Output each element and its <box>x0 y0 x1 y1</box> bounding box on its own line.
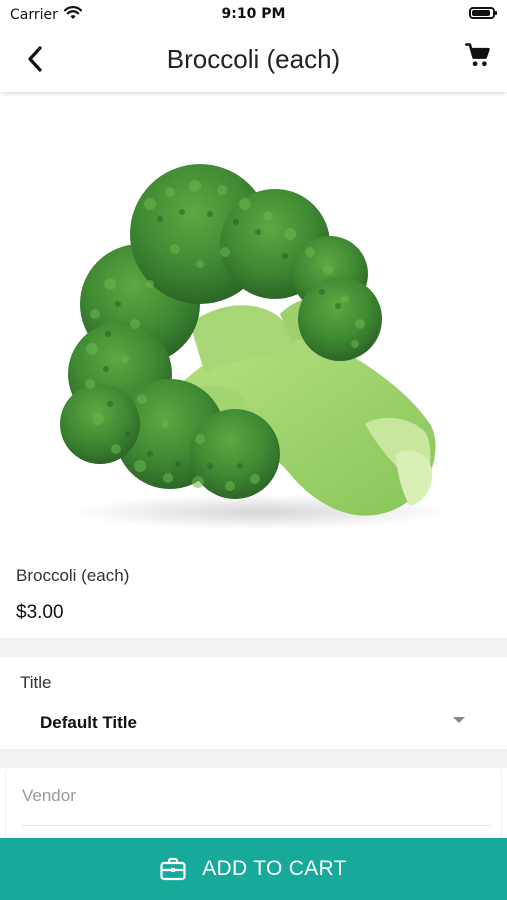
variant-select[interactable]: Default Title <box>20 705 487 739</box>
page-title: Broccoli (each) <box>166 44 341 74</box>
variant-card: Title Default Title <box>0 657 507 749</box>
battery-icon <box>469 7 497 19</box>
product-name: Broccoli (each) <box>16 566 130 585</box>
variant-selected-value: Default Title <box>40 713 137 732</box>
status-time: 9:10 PM <box>221 6 286 22</box>
cart-button[interactable] <box>463 42 493 72</box>
variant-label: Title <box>20 673 52 692</box>
section-divider <box>0 749 507 768</box>
product-image-area <box>0 94 507 544</box>
chevron-left-icon <box>26 45 44 78</box>
app-header: Broccoli (each) <box>0 28 507 92</box>
vendor-divider <box>22 825 491 826</box>
vendor-card: Vendor <box>6 768 501 838</box>
shopping-cart-icon <box>464 41 492 74</box>
product-info: Broccoli (each) $3.00 <box>0 548 507 638</box>
back-button[interactable] <box>20 45 50 78</box>
vendor-label: Vendor <box>22 786 76 805</box>
chevron-down-icon <box>453 717 465 723</box>
add-to-cart-button[interactable]: ADD TO CART <box>0 838 507 900</box>
section-divider <box>0 638 507 657</box>
status-bar: Carrier 9:10 PM <box>0 0 507 28</box>
briefcase-icon <box>160 857 186 881</box>
product-price: $3.00 <box>16 602 64 623</box>
product-image <box>60 164 450 530</box>
add-to-cart-label: ADD TO CART <box>202 857 347 880</box>
